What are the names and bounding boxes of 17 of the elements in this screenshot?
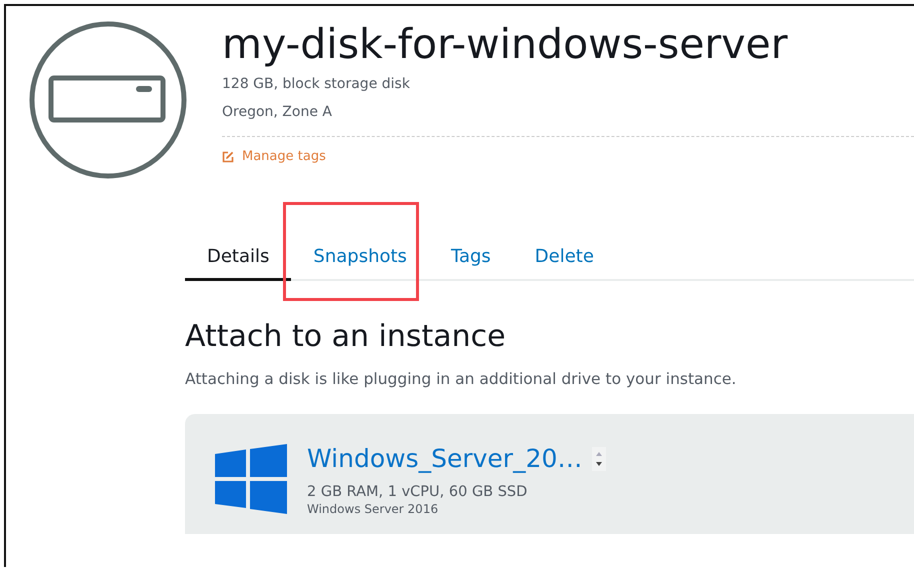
section-description: Attaching a disk is like plugging in an additional drive to your instance. [185,370,738,388]
disk-drive-icon [28,20,188,180]
tab[interactable]: Delete [512,236,616,281]
section-heading: Attach to an instance [185,319,507,354]
instance-name-link[interactable]: Windows_Server_20… [307,444,582,474]
tab[interactable]: Snapshots [291,236,429,281]
tab[interactable]: Tags [428,236,513,281]
disk-location: Oregon, Zone A [222,103,333,122]
tab[interactable]: Details [185,236,292,281]
manage-tags-link[interactable]: Manage tags [222,149,914,164]
disk-name: my-disk-for-windows-server [222,19,789,70]
instance-os: Windows Server 2016 [307,502,440,516]
instance-specs: 2 GB RAM, 1 vCPU, 60 GB SSD [307,484,528,500]
windows-logo-icon [215,444,287,514]
disk-size: 128 GB, block storage disk [222,75,411,94]
sort-icon[interactable] [592,447,606,471]
edit-icon [222,150,234,162]
